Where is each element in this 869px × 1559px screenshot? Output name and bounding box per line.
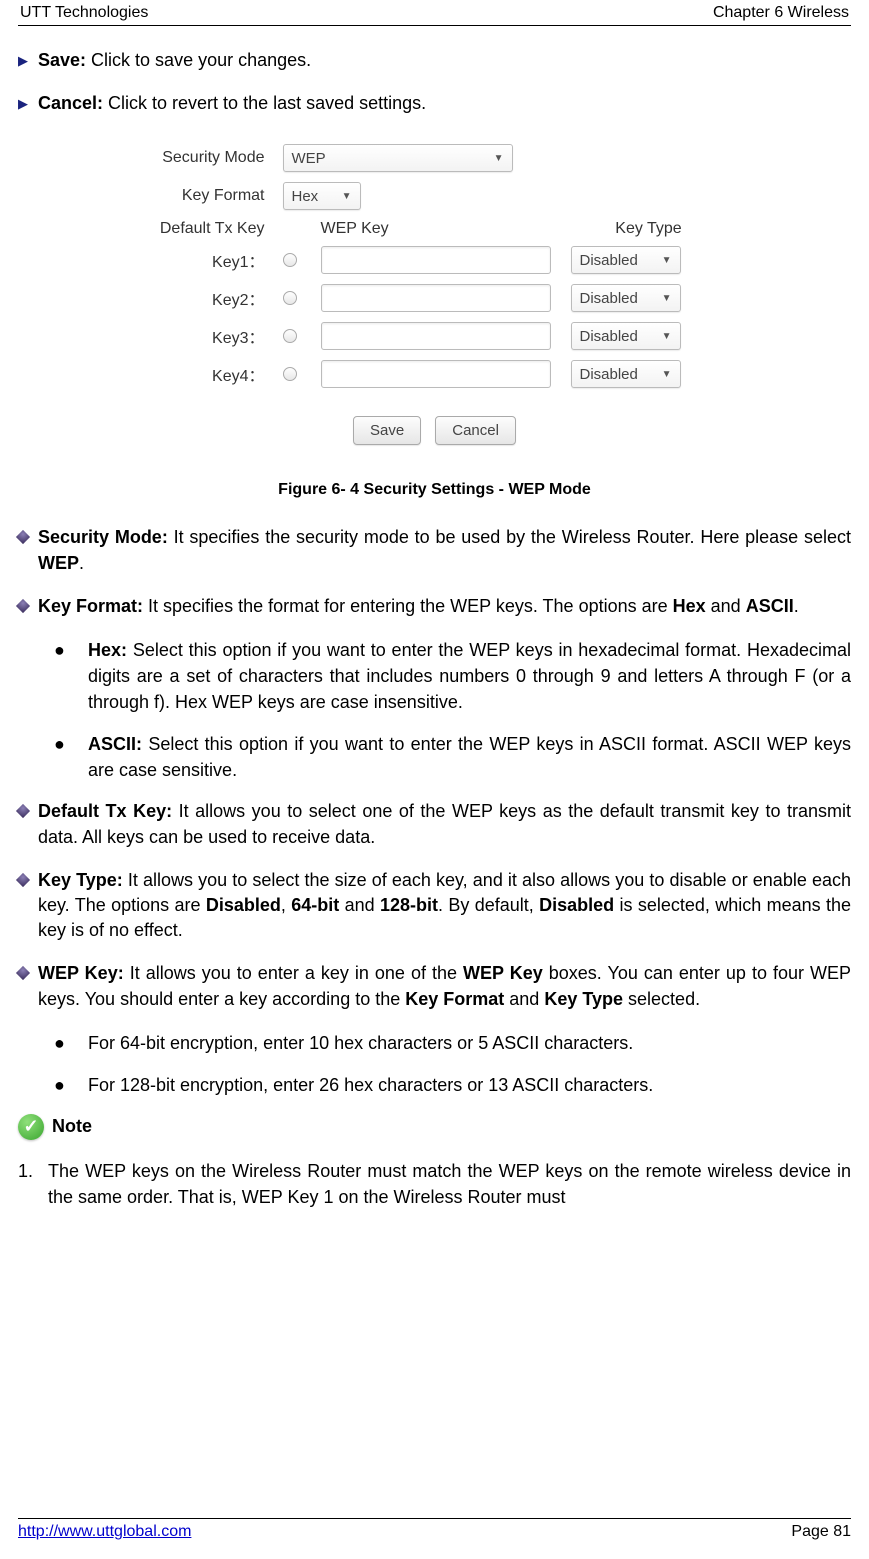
arrow-icon: ▶ — [18, 48, 38, 73]
wep-key-header: WEP Key — [321, 220, 551, 238]
key-type-desc: Key Type: It allows you to select the si… — [18, 868, 851, 944]
key-format-desc: Key Format: It specifies the format for … — [18, 594, 851, 619]
diamond-icon — [18, 868, 38, 944]
key3-label: Key3： — [123, 324, 283, 348]
chevron-down-icon: ▼ — [662, 293, 672, 304]
note-item-1: 1. The WEP keys on the Wireless Router m… — [18, 1158, 851, 1210]
key1-type-select[interactable]: Disabled▼ — [571, 246, 681, 274]
hex-desc: ● Hex: Select this option if you want to… — [54, 637, 851, 715]
arrow-icon: ▶ — [18, 91, 38, 116]
default-tx-key-label: Default Tx Key — [123, 220, 283, 238]
security-mode-label: Security Mode — [123, 149, 283, 167]
key-row: Key3： Disabled▼ — [123, 322, 747, 350]
enc-64-desc: ● For 64-bit encryption, enter 10 hex ch… — [54, 1030, 851, 1056]
cancel-button[interactable]: Cancel — [435, 416, 516, 445]
key-row: Key2： Disabled▼ — [123, 284, 747, 312]
enc-128-desc: ● For 128-bit encryption, enter 26 hex c… — [54, 1072, 851, 1098]
key4-input[interactable] — [321, 360, 551, 388]
save-text: Save: Click to save your changes. — [38, 48, 851, 73]
cancel-item: ▶ Cancel: Click to revert to the last sa… — [18, 91, 851, 116]
key4-type-select[interactable]: Disabled▼ — [571, 360, 681, 388]
figure-caption: Figure 6- 4 Security Settings - WEP Mode — [18, 481, 851, 499]
note-heading: ✓ Note — [18, 1114, 851, 1140]
diamond-icon — [18, 525, 38, 575]
cancel-text: Cancel: Click to revert to the last save… — [38, 91, 851, 116]
security-mode-select[interactable]: WEP▼ — [283, 144, 513, 172]
default-tx-key-desc: Default Tx Key: It allows you to select … — [18, 799, 851, 849]
key-format-label: Key Format — [123, 187, 283, 205]
key2-label: Key2： — [123, 286, 283, 310]
key2-input[interactable] — [321, 284, 551, 312]
chevron-down-icon: ▼ — [342, 191, 352, 202]
diamond-icon — [18, 594, 38, 619]
key3-type-select[interactable]: Disabled▼ — [571, 322, 681, 350]
chevron-down-icon: ▼ — [662, 255, 672, 266]
key3-input[interactable] — [321, 322, 551, 350]
diamond-icon — [18, 799, 38, 849]
key-format-select[interactable]: Hex▼ — [283, 182, 361, 210]
chevron-down-icon: ▼ — [494, 153, 504, 164]
save-button[interactable]: Save — [353, 416, 421, 445]
header-right: Chapter 6 Wireless — [713, 4, 849, 22]
diamond-icon — [18, 961, 38, 1011]
key-row: Key4： Disabled▼ — [123, 360, 747, 388]
header-left: UTT Technologies — [20, 4, 148, 22]
key3-radio[interactable] — [283, 329, 297, 343]
footer-page: Page 81 — [791, 1523, 851, 1541]
page-footer: http://www.uttglobal.com Page 81 — [18, 1518, 851, 1541]
key-row: Key1： Disabled▼ — [123, 246, 747, 274]
save-item: ▶ Save: Click to save your changes. — [18, 48, 851, 73]
key4-label: Key4： — [123, 362, 283, 386]
key1-label: Key1： — [123, 248, 283, 272]
key4-radio[interactable] — [283, 367, 297, 381]
check-icon: ✓ — [18, 1114, 44, 1140]
page-header: UTT Technologies Chapter 6 Wireless — [18, 0, 851, 26]
key2-radio[interactable] — [283, 291, 297, 305]
chevron-down-icon: ▼ — [662, 331, 672, 342]
footer-url[interactable]: http://www.uttglobal.com — [18, 1523, 191, 1541]
wep-key-desc: WEP Key: It allows you to enter a key in… — [18, 961, 851, 1011]
key1-input[interactable] — [321, 246, 551, 274]
ascii-desc: ● ASCII: Select this option if you want … — [54, 731, 851, 783]
chevron-down-icon: ▼ — [662, 369, 672, 380]
key2-type-select[interactable]: Disabled▼ — [571, 284, 681, 312]
wep-settings-figure: Security Mode WEP▼ Key Format Hex▼ Defau… — [115, 136, 755, 463]
key1-radio[interactable] — [283, 253, 297, 267]
key-type-header: Key Type — [551, 220, 747, 238]
security-mode-desc: Security Mode: It specifies the security… — [18, 525, 851, 575]
